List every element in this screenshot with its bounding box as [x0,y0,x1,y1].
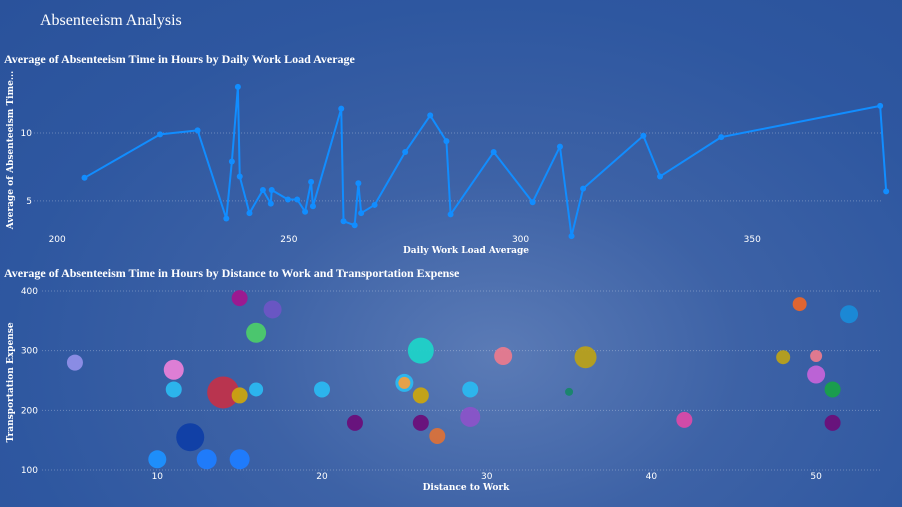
bubble-x-tick: 10 [152,472,164,482]
bubble-point [676,411,693,428]
bubble-point [229,449,250,470]
bubble-x-tick: 30 [481,472,493,482]
bubble-point [412,387,429,404]
bubble-y-tick: 300 [21,347,38,357]
bubble-point [792,297,807,312]
bubble-x-axis-label: Distance to Work [423,483,511,493]
bubble-point [231,387,248,404]
bubble-point [314,381,330,398]
bubble-y-axis-label: Transportation Expense [6,322,16,442]
bubble-point [494,347,513,366]
bubble-chart[interactable]: 100 200 300 400 10 20 30 40 50 Distance to Work Tr… [0,0,902,507]
bubble-point [412,414,429,431]
bubble-point [565,387,574,396]
bubble-y-tick: 200 [21,406,38,416]
bubble-point [429,428,446,445]
bubble-point [824,414,841,431]
bubble-point [807,365,826,384]
bubble-point [196,449,217,470]
bubble-point [231,290,248,307]
bubble-x-tick: 50 [810,472,822,482]
bubble-point [776,350,791,365]
bubble-point [810,350,823,363]
bubble-point [462,381,479,398]
bubble-point [574,346,597,369]
bubble-point [346,414,363,431]
bubble-point [176,423,205,452]
bubble-point [249,382,264,397]
bubble-point [840,305,859,324]
bubble-point [163,359,184,380]
bubble-point [824,381,841,398]
bubble-x-tick: 40 [646,472,658,482]
bubble-point [407,337,434,364]
bubble-point [66,354,83,371]
bubble-point [165,381,182,398]
bubble-point [148,450,167,469]
bubble-point [398,376,411,389]
bubble-point [246,322,267,343]
bubble-point [263,300,282,319]
bubble-y-tick: 400 [21,287,38,297]
bubble-point [460,406,481,427]
bubble-x-tick: 20 [316,472,328,482]
bubble-y-tick: 100 [21,466,38,476]
